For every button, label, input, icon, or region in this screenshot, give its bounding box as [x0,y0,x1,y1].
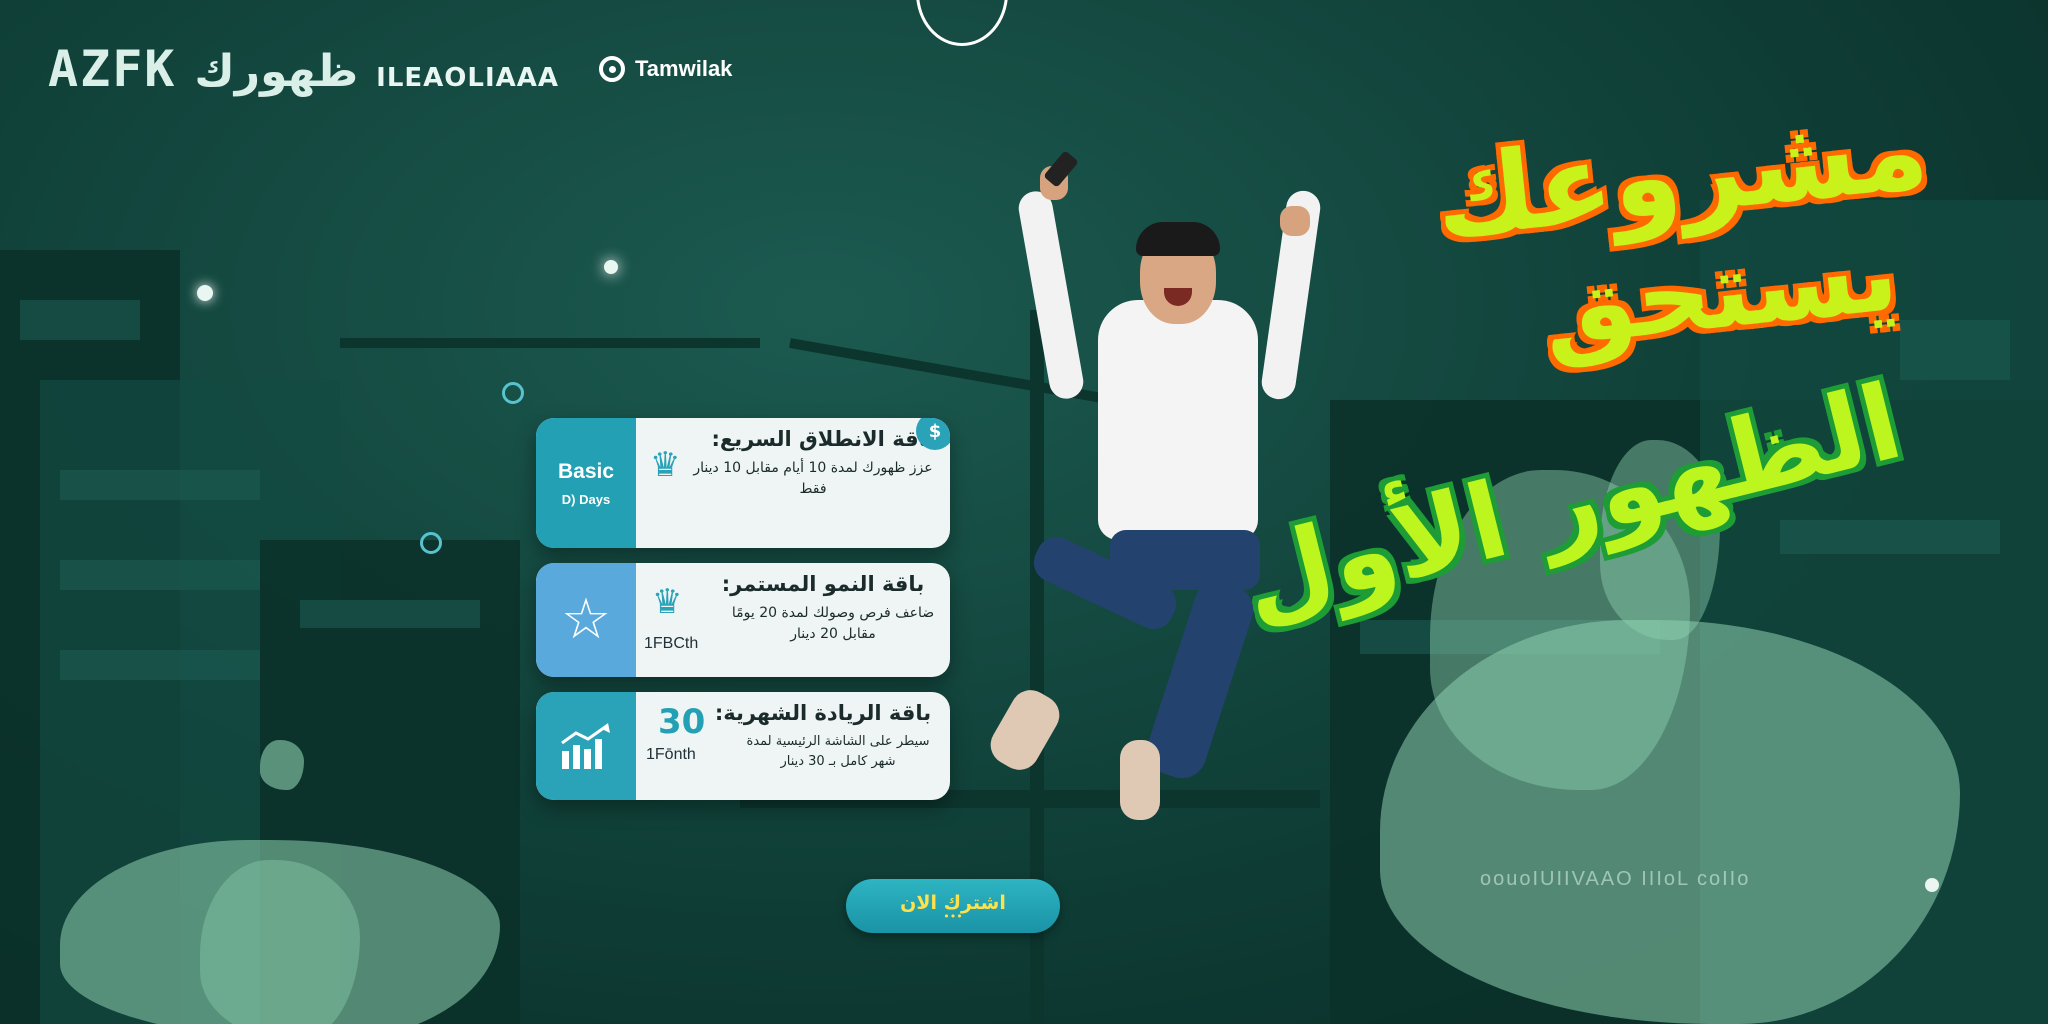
card-content: باقة النمو المستمر: ضاعف فرص وصولك لمدة … [636,563,950,677]
right-fist [1280,206,1310,236]
cta-dots: ••• [943,909,963,923]
card-content: باقة الريادة الشهرية: سيطر على الشاشة ال… [636,692,950,800]
hair [1136,222,1220,256]
package-title: باقة الانطلاق السريع: [711,427,935,451]
building-window [1780,520,2000,554]
light-spark [604,260,618,274]
package-badge-sub: 1Fōnth [646,746,696,763]
card-content: باقة الانطلاق السريع: عزز ظهورك لمدة 10 … [636,418,950,548]
logo-wordmark: AZFK ظهورك ILEAOLIAAA [48,40,559,98]
background-watermark-text: oouoIUIIVAAO IIIoL coIIo [1480,868,1751,890]
partner-ring-icon [599,56,625,82]
bubble [420,532,442,554]
package-description: عزز ظهورك لمدة 10 أيام مقابل 10 دينار فق… [693,460,933,498]
partner-name: Tamwilak [635,56,733,81]
card-side-panel [536,692,636,800]
star-icon: ☆ [560,587,612,652]
logo-main-text: AZFK [48,40,177,98]
package-duration-label: D) Days [561,491,611,507]
package-card-monthly[interactable]: باقة الريادة الشهرية: سيطر على الشاشة ال… [536,692,950,800]
paint-splash [200,860,360,1024]
light-spark [1925,878,1939,892]
crane-arm [340,338,760,348]
left-arm [1016,188,1086,402]
brand-logo: AZFK ظهورك ILEAOLIAAA Tamwilak [48,40,732,98]
building-window [1900,320,2010,380]
package-title: باقة النمو المستمر: [721,572,925,596]
building-window [300,600,480,628]
package-badge-sub: 1FBCth [644,635,699,652]
package-card-basic[interactable]: Basic D) Days باقة الانطلاق السريع: عزز … [536,418,950,548]
paint-drop [260,740,304,790]
building-window [60,560,260,590]
subscribe-now-button[interactable]: اشترك الان ••• [846,879,1060,933]
building-window [20,300,140,340]
left-shoe [983,682,1067,778]
building-window [60,650,260,680]
partner-logo: Tamwilak [599,56,732,82]
logo-latin-text: ILEAOLIAAA [376,63,559,93]
building-window [60,470,260,500]
light-spark [197,285,213,301]
crown-icon: ♛ [650,445,681,485]
package-tier-label: Basic [557,459,615,483]
bubble [502,382,524,404]
growth-chart-icon [561,723,610,769]
jumping-man-illustration [983,150,1350,820]
right-shoe [1120,740,1160,820]
card-side-panel: Basic D) Days [536,418,636,548]
package-price-badge: 30 [658,702,706,742]
card-side-panel: ☆ [536,563,636,677]
package-card-growth[interactable]: ☆ باقة النمو المستمر: ضاعف فرص وصولك لمد… [536,563,950,677]
white-sweater [1098,300,1258,540]
crown-icon: ♛ [652,582,683,622]
ring-decoration [916,0,1008,46]
logo-arabic-text: ظهورك [194,46,359,97]
